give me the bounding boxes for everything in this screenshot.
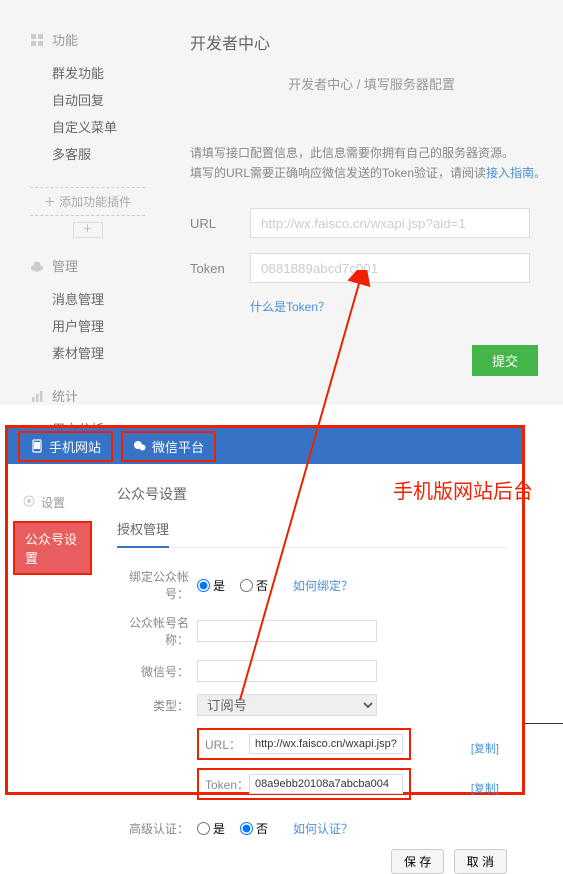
nav-section-stats: 统计 — [30, 386, 145, 405]
copy-token-link[interactable]: [复制] — [471, 780, 499, 796]
nav-official-account[interactable]: 公众号设置 — [13, 521, 92, 575]
nav-title: 统计 — [52, 386, 78, 405]
cloud-icon — [30, 259, 44, 273]
add-small-button[interactable]: ＋ — [73, 222, 103, 238]
nav-section-manage: 管理 — [30, 256, 145, 275]
nav-section-functions: 功能 — [30, 30, 145, 49]
nav-title: 功能 — [52, 30, 78, 49]
help-auth[interactable]: 如何认证？ — [293, 820, 353, 837]
nav-item-autoreply[interactable]: 自动回复 — [30, 86, 145, 113]
nav-item-broadcast[interactable]: 群发功能 — [30, 59, 145, 86]
field-label: 公众帐号名称： — [117, 614, 197, 648]
settings-label: 设置 — [41, 494, 65, 511]
url-label: URL： — [205, 736, 245, 753]
nav-title: 管理 — [52, 256, 78, 275]
account-name-input[interactable] — [197, 620, 377, 642]
radio-auth-no[interactable]: 否 — [240, 820, 268, 837]
field-adv-auth: 高级认证： 是 否 如何认证？ — [117, 820, 507, 837]
field-label: 绑定公众帐号： — [117, 568, 197, 602]
token-label: Token： — [205, 776, 245, 793]
url-field-box: URL： — [197, 728, 411, 760]
settings-head: 设置 — [8, 494, 97, 521]
tab-mobile-site[interactable]: 手机网站 — [18, 431, 113, 462]
page-title: 开发者中心 — [190, 30, 553, 54]
main-content: 开发者中心 开发者中心 / 填写服务器配置 请填写接口配置信息，此信息需要你拥有… — [170, 0, 563, 315]
tab-wechat-platform[interactable]: 微信平台 — [121, 431, 216, 462]
ext-line — [525, 723, 563, 724]
token-row: Token — [190, 253, 553, 283]
tab-label: 手机网站 — [49, 437, 101, 456]
radio-bind-yes[interactable]: 是 — [197, 577, 225, 594]
field-label: 类型： — [117, 697, 197, 714]
breadcrumb: 开发者中心 / 填写服务器配置 — [190, 74, 553, 93]
admin-topbar: 手机网站 微信平台 — [8, 428, 522, 464]
divider — [117, 547, 507, 548]
field-label: 高级认证： — [117, 820, 197, 837]
instruction-text: 请填写接口配置信息，此信息需要你拥有自己的服务器资源。 填写的URL需要正确响应… — [190, 143, 553, 183]
url-row: URL — [190, 208, 553, 238]
admin-url-input[interactable] — [249, 734, 403, 754]
nav-item-msg[interactable]: 消息管理 — [30, 285, 145, 312]
field-account-name: 公众帐号名称： — [117, 614, 507, 648]
field-wxid: 微信号： — [117, 660, 507, 682]
copy-url-link[interactable]: [复制] — [471, 740, 499, 756]
help-bind[interactable]: 如何绑定？ — [293, 577, 353, 594]
token-input[interactable] — [250, 253, 530, 283]
token-help-link[interactable]: 什么是Token？ — [250, 298, 553, 315]
admin-token-input[interactable] — [249, 774, 403, 794]
tab-auth-manage[interactable]: 授权管理 — [117, 519, 169, 548]
radio-auth-yes[interactable]: 是 — [197, 820, 225, 837]
annotation-label: 手机版网站后台 — [393, 475, 533, 504]
radio-bind-no[interactable]: 否 — [240, 577, 268, 594]
cancel-button[interactable]: 取 消 — [454, 849, 507, 874]
grid-icon — [30, 33, 44, 47]
token-label: Token — [190, 261, 250, 276]
guide-link[interactable]: 接入指南 — [486, 166, 534, 180]
wechat-dev-panel: 功能 群发功能 自动回复 自定义菜单 多客服 ＋ 添加功能插件 ＋ 管理 消息管… — [0, 0, 563, 405]
save-button[interactable]: 保 存 — [391, 849, 444, 874]
nav-item-user[interactable]: 用户管理 — [30, 312, 145, 339]
nav-item-custommenu[interactable]: 自定义菜单 — [30, 113, 145, 140]
field-label: 微信号： — [117, 663, 197, 680]
admin-left-nav: 设置 公众号设置 — [8, 464, 97, 792]
gear-icon — [23, 495, 35, 510]
admin-content: 公众号设置 授权管理 绑定公众帐号： 是 否 如何绑定？ 公众帐号名称： — [97, 464, 522, 792]
submit-button[interactable]: 提交 — [472, 345, 538, 376]
chart-icon — [30, 389, 44, 403]
url-input[interactable] — [250, 208, 530, 238]
tab-label: 微信平台 — [152, 437, 204, 456]
token-field-box: Token： — [197, 768, 411, 800]
wechat-icon — [133, 439, 147, 453]
add-plugin-button[interactable]: ＋ 添加功能插件 — [30, 187, 145, 216]
phone-icon — [30, 439, 44, 453]
field-bind-account: 绑定公众帐号： 是 否 如何绑定？ — [117, 568, 507, 602]
nav-item-multiservice[interactable]: 多客服 — [30, 140, 145, 167]
wxid-input[interactable] — [197, 660, 377, 682]
nav-item-material[interactable]: 素材管理 — [30, 339, 145, 366]
type-select[interactable]: 订阅号 — [197, 694, 377, 716]
url-label: URL — [190, 216, 250, 231]
sidebar-nav: 功能 群发功能 自动回复 自定义菜单 多客服 ＋ 添加功能插件 ＋ 管理 消息管… — [0, 0, 160, 489]
field-type: 类型： 订阅号 — [117, 694, 507, 716]
